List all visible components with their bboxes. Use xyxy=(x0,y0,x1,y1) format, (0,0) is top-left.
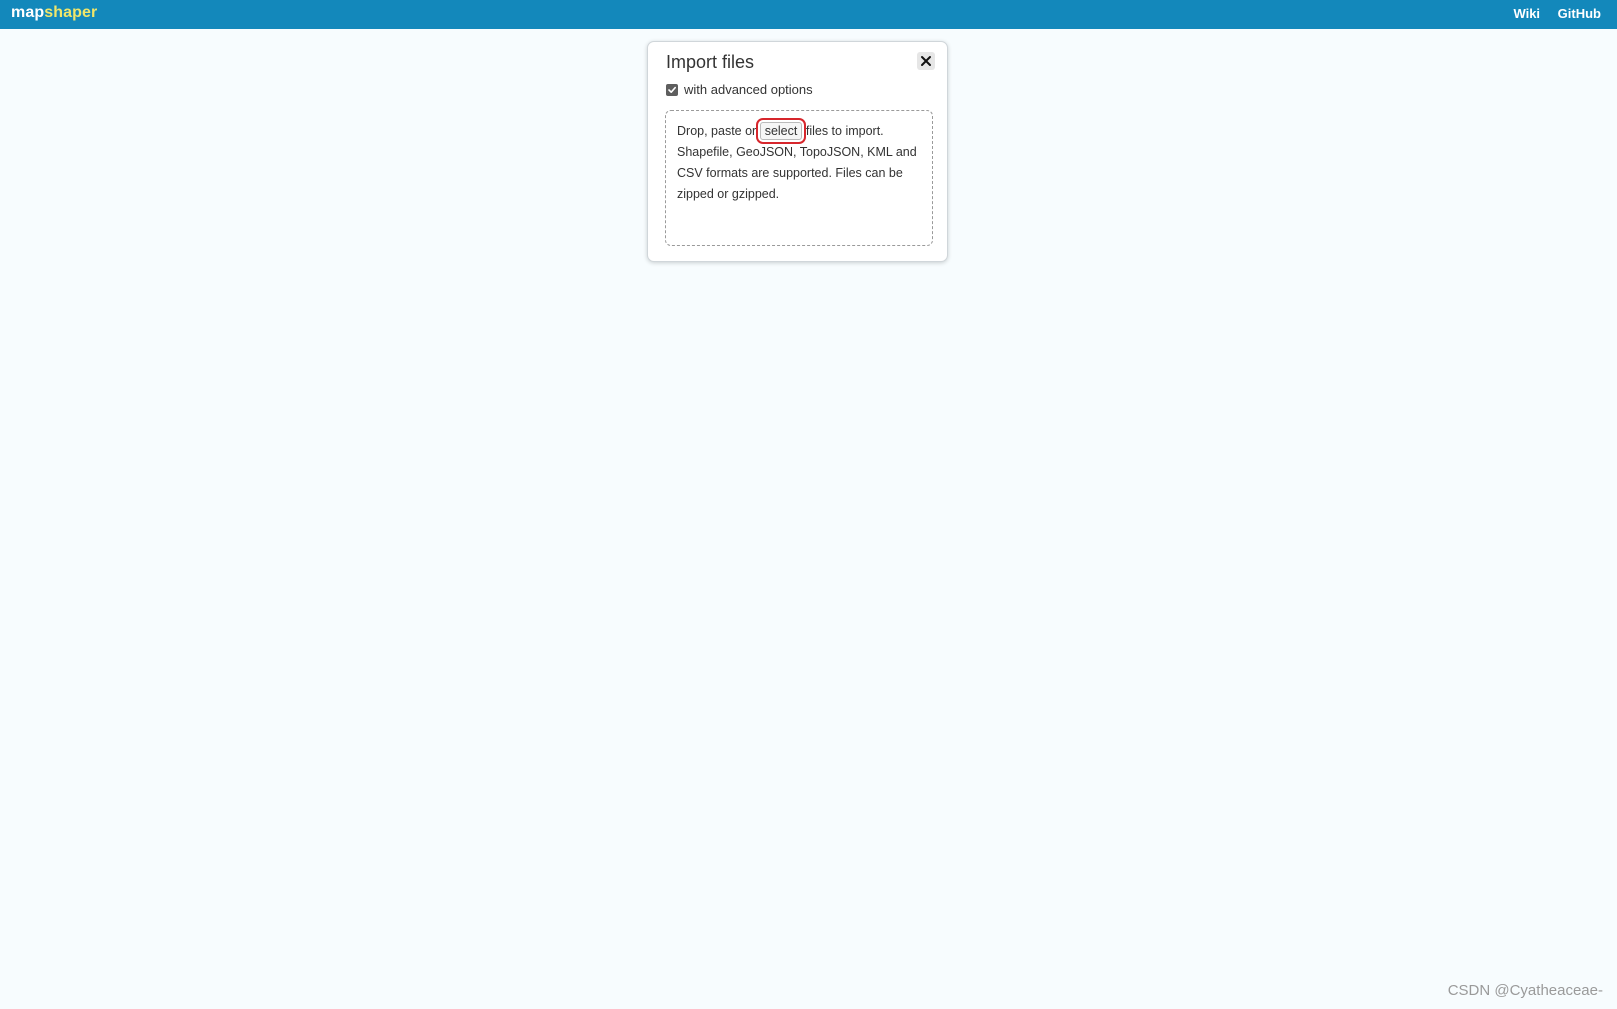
import-dialog: Import files with advanced options Drop,… xyxy=(647,41,948,262)
advanced-options-checkbox[interactable] xyxy=(666,83,678,96)
close-button[interactable] xyxy=(917,52,935,70)
watermark: CSDN @Cyatheaceae- xyxy=(1447,982,1603,999)
drop-text-before: Drop, paste or xyxy=(677,124,757,138)
advanced-options-label[interactable]: with advanced options xyxy=(684,82,813,97)
drop-zone[interactable]: Drop, paste or select files to import. S… xyxy=(665,110,933,246)
top-bar: mapshaper Wiki GitHub xyxy=(0,0,1617,29)
dialog-title: Import files xyxy=(666,52,755,72)
checkmark-icon xyxy=(668,86,676,93)
wiki-link[interactable]: Wiki xyxy=(1513,6,1540,21)
app-logo[interactable]: mapshaper xyxy=(11,4,97,22)
advanced-options-row: with advanced options xyxy=(666,82,813,97)
close-icon xyxy=(921,56,931,66)
select-files-button[interactable]: select xyxy=(755,118,807,144)
logo-text-shaper: shaper xyxy=(44,4,98,21)
github-link[interactable]: GitHub xyxy=(1558,6,1601,21)
logo-text-map: map xyxy=(11,4,45,21)
top-links: Wiki GitHub xyxy=(1499,6,1601,21)
